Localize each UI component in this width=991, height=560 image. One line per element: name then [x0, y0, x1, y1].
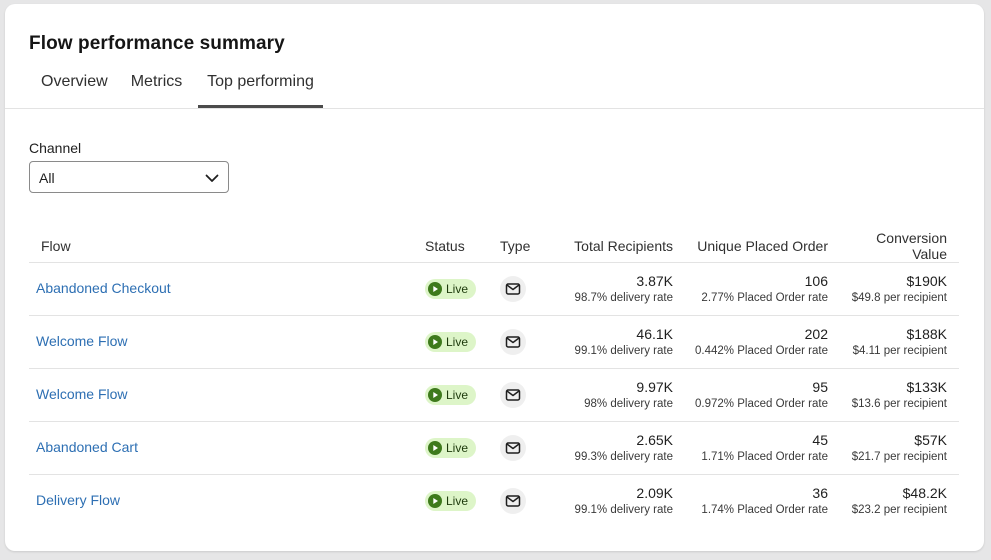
unique-placed-order-value: 202: [804, 325, 828, 342]
status-label: Live: [446, 335, 469, 349]
status-badge: Live: [425, 385, 477, 405]
play-circle-icon: [428, 282, 442, 296]
mail-icon: [500, 276, 526, 302]
flow-link[interactable]: Delivery Flow: [36, 492, 120, 508]
channel-select-value: All: [39, 170, 55, 186]
table-row: Delivery Flow Live 2.09K 99.1% delivery …: [29, 475, 959, 528]
unique-placed-order-value: 45: [812, 431, 828, 448]
delivery-rate: 99.3% delivery rate: [574, 450, 673, 463]
flow-link[interactable]: Abandoned Checkout: [36, 280, 171, 296]
total-recipients-value: 3.87K: [636, 272, 673, 289]
placed-order-rate: 0.442% Placed Order rate: [695, 344, 828, 357]
table-row: Abandoned Checkout Live 3.87K 98.7% deli…: [29, 262, 959, 316]
table-header-row: Flow Status Type Total Recipients Unique…: [29, 230, 959, 263]
status-badge: Live: [425, 438, 477, 458]
total-recipients-value: 9.97K: [636, 378, 673, 395]
conversion-value: $188K: [906, 325, 947, 342]
per-recipient-value: $4.11 per recipient: [852, 344, 947, 357]
flow-link[interactable]: Welcome Flow: [36, 386, 128, 402]
status-badge: Live: [425, 491, 477, 511]
unique-placed-order-value: 106: [804, 272, 828, 289]
placed-order-rate: 1.74% Placed Order rate: [701, 503, 828, 516]
status-label: Live: [446, 494, 469, 508]
tab-metrics[interactable]: Metrics: [130, 64, 183, 108]
column-header-conversion-value: Conversion Value: [840, 230, 959, 263]
mail-icon: [500, 488, 526, 514]
per-recipient-value: $23.2 per recipient: [851, 503, 947, 516]
tab-overview[interactable]: Overview: [41, 64, 108, 108]
table-row: Abandoned Cart Live 2.65K 99.3% delivery…: [29, 421, 959, 475]
channel-label: Channel: [29, 140, 82, 156]
status-label: Live: [446, 282, 469, 296]
per-recipient-value: $21.7 per recipient: [851, 450, 947, 463]
table-row: Welcome Flow Live 9.97K 98% delivery rat…: [29, 368, 959, 422]
column-header-flow: Flow: [29, 230, 425, 263]
page-title: Flow performance summary: [29, 33, 285, 54]
column-header-unique-placed-order: Unique Placed Order: [685, 230, 840, 263]
delivery-rate: 98.7% delivery rate: [574, 291, 673, 304]
per-recipient-value: $49.8 per recipient: [851, 291, 947, 304]
column-header-status: Status: [425, 230, 500, 263]
delivery-rate: 98% delivery rate: [584, 397, 673, 410]
placed-order-rate: 0.972% Placed Order rate: [695, 397, 828, 410]
conversion-value: $57K: [914, 431, 947, 448]
chevron-down-icon: [205, 174, 219, 182]
delivery-rate: 99.1% delivery rate: [574, 503, 673, 516]
tabs-divider: [5, 108, 984, 109]
play-circle-icon: [428, 494, 442, 508]
status-label: Live: [446, 441, 469, 455]
table-body: Abandoned Checkout Live 3.87K 98.7% deli…: [29, 262, 959, 528]
flow-link[interactable]: Welcome Flow: [36, 333, 128, 349]
total-recipients-value: 2.09K: [636, 484, 673, 501]
conversion-value: $48.2K: [902, 484, 947, 501]
placed-order-rate: 1.71% Placed Order rate: [701, 450, 828, 463]
play-circle-icon: [428, 388, 442, 402]
total-recipients-value: 46.1K: [636, 325, 673, 342]
column-header-total-recipients: Total Recipients: [550, 230, 685, 263]
tab-top-performing[interactable]: Top performing: [198, 64, 323, 108]
unique-placed-order-value: 95: [812, 378, 828, 395]
play-circle-icon: [428, 335, 442, 349]
total-recipients-value: 2.65K: [636, 431, 673, 448]
status-badge: Live: [425, 279, 477, 299]
mail-icon: [500, 382, 526, 408]
per-recipient-value: $13.6 per recipient: [851, 397, 947, 410]
conversion-value: $133K: [906, 378, 947, 395]
table-row: Welcome Flow Live 46.1K 99.1% delivery r…: [29, 315, 959, 369]
flow-performance-card: Flow performance summary Overview Metric…: [5, 4, 984, 551]
flow-link[interactable]: Abandoned Cart: [36, 439, 138, 455]
mail-icon: [500, 329, 526, 355]
delivery-rate: 99.1% delivery rate: [574, 344, 673, 357]
play-circle-icon: [428, 441, 442, 455]
unique-placed-order-value: 36: [812, 484, 828, 501]
mail-icon: [500, 435, 526, 461]
status-badge: Live: [425, 332, 477, 352]
conversion-value: $190K: [906, 272, 947, 289]
channel-select[interactable]: All: [29, 161, 229, 193]
status-label: Live: [446, 388, 469, 402]
placed-order-rate: 2.77% Placed Order rate: [701, 291, 828, 304]
column-header-type: Type: [500, 230, 550, 263]
flows-table: Flow Status Type Total Recipients Unique…: [29, 230, 959, 527]
